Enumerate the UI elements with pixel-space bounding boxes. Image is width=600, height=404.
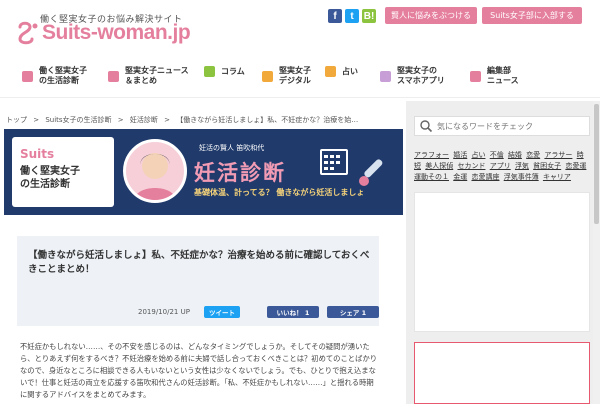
tag-link[interactable]: 運動その１ [414, 173, 449, 181]
tag-link[interactable]: 浮気事件簿 [504, 173, 539, 181]
breadcrumb-separator: > [33, 116, 40, 124]
logo-icon [18, 21, 38, 45]
banner-logo: Suits [20, 147, 55, 161]
stethoscope-icon [22, 70, 33, 82]
join-club-button[interactable]: Suits女子部に入部する [482, 7, 582, 24]
scrollbar-thumb[interactable] [594, 104, 599, 224]
facebook-like-button[interactable]: いいね！ 1 [267, 306, 319, 318]
sidebar-featured-widget[interactable] [414, 342, 590, 404]
digital-icon [262, 70, 273, 82]
site-logo[interactable]: Suits-woman.jp [42, 21, 191, 45]
editorial-icon [470, 70, 481, 82]
tag-link[interactable]: 占い [471, 151, 485, 159]
nav-label: コラム [221, 66, 245, 76]
nav-label: 占い [342, 66, 358, 76]
nav-item-column[interactable]: コラム [204, 66, 245, 77]
nav-item-fortune[interactable]: 占い [325, 66, 358, 77]
expert-photo [123, 139, 187, 203]
tag-link[interactable]: 結婚 [508, 151, 522, 159]
tag-cloud: アラフォー 婚活 占い 不倫 結婚 恋愛 アラサー 時短 美人探偵 セカンド ア… [414, 150, 592, 183]
tag-link[interactable]: 恋愛講座 [471, 173, 499, 181]
tag-link[interactable]: 浮気 [515, 162, 529, 170]
breadcrumb-home[interactable]: トップ [6, 116, 27, 124]
thermometer-icon [359, 159, 383, 186]
diagnosis-banner[interactable]: Suits 働く堅実女子 の生活診断 妊活の賢人 笛吹和代 妊活診断 基礎体温、… [4, 129, 403, 215]
tag-link[interactable]: アラサー [544, 151, 572, 159]
search-icon [420, 120, 433, 133]
sidebar-ad-widget[interactable] [414, 192, 590, 332]
expert-portrait-icon [134, 153, 176, 200]
article-date: 2019/10/21 UP [138, 308, 190, 316]
nav-item-app[interactable]: 堅実女子の スマホアプリ [380, 66, 445, 86]
nav-item-digital[interactable]: 堅実女子 デジタル [262, 66, 311, 86]
breadcrumb-ninkatsu[interactable]: 妊活診断 [130, 116, 158, 124]
smartphone-icon [380, 70, 391, 82]
news-icon [108, 70, 119, 82]
tweet-button[interactable]: ツイート [204, 306, 240, 318]
banner-subtitle: 働く堅実女子 の生活診断 [20, 166, 80, 190]
nav-item-life-diagnosis[interactable]: 働く堅実女子 の生活診断 [22, 66, 87, 86]
nav-label: 堅実女子 デジタル [279, 66, 311, 85]
tag-link[interactable]: 不倫 [490, 151, 504, 159]
breadcrumb: トップ > Suits女子の生活診断 > 妊活診断 > 【働きながら妊活しましょ… [6, 115, 362, 125]
tag-link[interactable]: 金運 [453, 173, 467, 181]
tag-link[interactable]: 恋愛運 [565, 162, 586, 170]
tag-link[interactable]: 貧困女子 [533, 162, 561, 170]
site-header: 働く堅実女子のお悩み解決サイト Suits-woman.jp f t B! 賢人… [0, 0, 600, 56]
calendar-icon [320, 149, 348, 175]
facebook-share-button[interactable]: シェア 1 [327, 306, 379, 318]
banner-title: 妊活診断 [194, 161, 286, 185]
tag-link[interactable]: アプリ [490, 162, 511, 170]
tag-link[interactable]: セカンド [457, 162, 485, 170]
article-title: 【働きながら妊活しましょ】私、不妊症かな？治療を始める前に確認しておくべきことま… [28, 250, 370, 275]
banner-catchphrase: 基礎体温、計ってる？ 働きながら妊活しましょ [194, 188, 365, 197]
nav-label: 編集部 ニュース [487, 66, 519, 85]
tag-link[interactable]: 美人探偵 [425, 162, 453, 170]
article-body: 不妊症かもしれない……、その不安を感じるのは、どんなタイミングでしょうか。そして… [20, 342, 378, 399]
tag-link[interactable]: キャリア [543, 173, 571, 181]
hatena-bookmark-icon[interactable]: B! [362, 9, 376, 23]
nav-label: 働く堅実女子 の生活診断 [39, 66, 87, 85]
search-input[interactable] [437, 121, 587, 131]
search-box[interactable] [414, 116, 590, 136]
facebook-icon[interactable]: f [328, 9, 342, 23]
fortune-icon [325, 66, 336, 77]
nav-label: 堅実女子ニュース ＆まとめ [125, 66, 189, 85]
tag-link[interactable]: 婚活 [453, 151, 467, 159]
column-icon [204, 66, 215, 77]
consult-button[interactable]: 賢人に悩みをぶつける [385, 7, 477, 24]
tag-link[interactable]: アラフォー [414, 151, 449, 159]
main-nav: 働く堅実女子 の生活診断 堅実女子ニュース ＆まとめ コラム 堅実女子 デジタル… [0, 62, 600, 98]
breadcrumb-separator: > [117, 116, 124, 124]
tag-link[interactable]: 恋愛 [526, 151, 540, 159]
banner-expert-name: 妊活の賢人 笛吹和代 [199, 144, 265, 152]
breadcrumb-life-diagnosis[interactable]: Suits女子の生活診断 [45, 116, 111, 124]
banner-logo-panel: Suits 働く堅実女子 の生活診断 [12, 137, 114, 207]
nav-item-editorial[interactable]: 編集部 ニュース [470, 66, 519, 86]
twitter-icon[interactable]: t [345, 9, 359, 23]
nav-label: 堅実女子の スマホアプリ [397, 66, 445, 85]
breadcrumb-separator: > [164, 116, 171, 124]
nav-item-news[interactable]: 堅実女子ニュース ＆まとめ [108, 66, 189, 86]
breadcrumb-current: 【働きながら妊活しましょ】私、不妊症かな？治療を始… [176, 116, 359, 124]
